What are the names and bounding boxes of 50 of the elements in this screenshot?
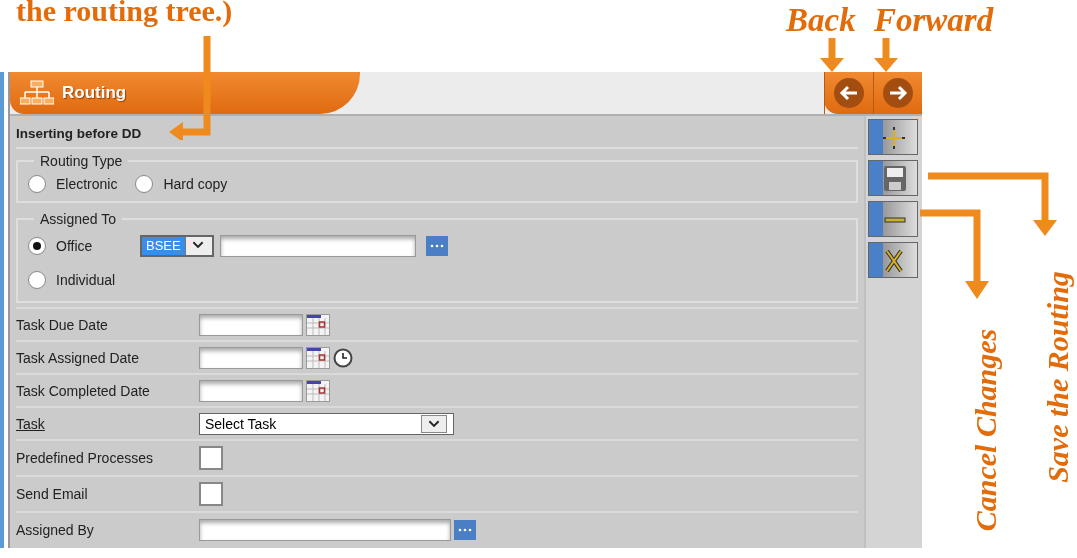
- clock-icon[interactable]: [333, 347, 353, 368]
- save-button[interactable]: [868, 160, 918, 196]
- callout-label: Save the Routing: [1042, 271, 1073, 483]
- assigned-by-field[interactable]: [199, 519, 451, 541]
- radio-button[interactable]: [28, 175, 46, 193]
- status-text: Inserting before DD: [16, 122, 858, 149]
- browse-button[interactable]: [425, 236, 448, 256]
- browse-button[interactable]: [454, 520, 476, 540]
- checkbox[interactable]: [199, 482, 223, 506]
- callout-label: Cancel Changes: [971, 328, 1002, 532]
- radio-label: Individual: [56, 272, 116, 288]
- ellipsis-icon: [429, 244, 444, 248]
- radio-button[interactable]: [135, 175, 154, 193]
- group-legend: Routing Type: [34, 153, 129, 169]
- radio-button[interactable]: [28, 271, 46, 289]
- calendar-icon[interactable]: [306, 313, 330, 336]
- group-legend: Assigned To: [34, 211, 122, 227]
- add-button[interactable]: [868, 119, 918, 155]
- remove-button[interactable]: [868, 201, 918, 237]
- calendar-icon[interactable]: [306, 346, 330, 369]
- x-icon: [885, 249, 903, 273]
- field-link[interactable]: Task: [16, 415, 199, 432]
- minus-icon: [884, 217, 906, 223]
- calendar-icon[interactable]: [306, 379, 330, 402]
- date-field[interactable]: [199, 313, 303, 336]
- field-label: Send Email: [16, 486, 89, 502]
- radio-label: Electronic: [56, 176, 118, 192]
- callout-label: Forward: [874, 4, 994, 37]
- checkbox[interactable]: [199, 446, 223, 470]
- radio-label: Hard copy: [163, 176, 228, 192]
- plus-icon: [882, 126, 906, 150]
- field-label: Assigned By: [16, 522, 95, 538]
- tree-icon: [20, 80, 54, 106]
- office-field[interactable]: [219, 235, 416, 257]
- panel-title: Routing: [62, 83, 127, 103]
- field-label: Predefined Processes: [16, 450, 154, 466]
- radio-button[interactable]: [28, 237, 46, 255]
- field-label: Task Assigned Date: [16, 349, 140, 366]
- callout-arrow: [872, 38, 900, 74]
- task-dropdown[interactable]: Select Task: [199, 412, 454, 435]
- callout-heading: the routing tree.): [16, 0, 233, 26]
- date-field[interactable]: [199, 379, 303, 402]
- callout-label: Back: [786, 4, 856, 37]
- field-label: Task Due Date: [16, 316, 109, 333]
- delete-button[interactable]: [868, 242, 918, 278]
- ellipsis-icon: [458, 528, 472, 532]
- date-field[interactable]: [199, 346, 303, 369]
- field-label: Task Completed Date: [16, 382, 151, 399]
- radio-label: Office: [56, 238, 93, 254]
- callout-arrow: [818, 38, 846, 74]
